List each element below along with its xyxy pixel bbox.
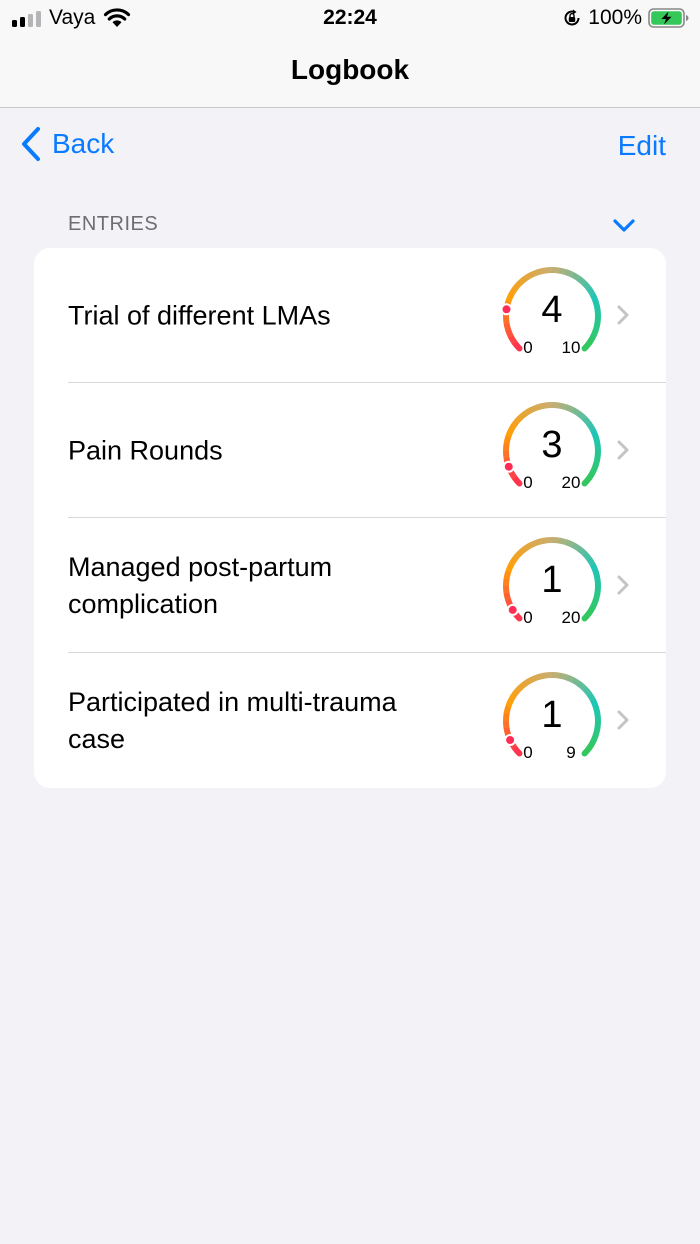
gauge-marker <box>506 603 519 616</box>
gauge-arc-segment <box>517 545 528 556</box>
gauge-arc-segment <box>523 677 534 687</box>
gauge-arc-segment <box>529 539 540 548</box>
gauge-arc-segment <box>529 404 540 413</box>
progress-gauge: 3 0 20 <box>498 397 606 505</box>
chevron-down-icon[interactable] <box>610 214 638 236</box>
gauge-max-label: 9 <box>566 743 576 762</box>
gauge-arc-segment <box>536 537 546 546</box>
gauge-arc-segment <box>558 267 568 276</box>
entries-list: Trial of different LMAs 4 0 10 Pain Rounds 3 0… <box>34 248 666 788</box>
gauge-value: 1 <box>541 559 563 601</box>
gauge-min-label: 0 <box>523 338 533 357</box>
gauge-arc-segment <box>544 267 553 274</box>
gauge-arc-segment <box>529 269 540 278</box>
gauge-arc-segment <box>517 275 528 286</box>
entry-title: Trial of different LMAs <box>68 300 331 330</box>
navigation-bar: Logbook <box>0 36 700 108</box>
gauge-value: 4 <box>541 289 563 331</box>
gauge-arc-segment <box>565 404 575 413</box>
gauge-arc-segment <box>577 546 588 557</box>
gauge-arc-segment <box>577 681 588 692</box>
gauge-arc-segment <box>565 674 575 683</box>
progress-gauge: 4 0 10 <box>498 262 606 370</box>
back-button-label: Back <box>52 128 115 159</box>
gauge-arc-segment <box>544 672 553 679</box>
gauge-arc-segment <box>551 401 561 409</box>
gauge-arc-segment <box>517 680 528 691</box>
gauge-arc-segment <box>551 266 561 274</box>
gauge-arc-segment <box>558 537 568 546</box>
battery-percentage: 100% <box>588 6 642 29</box>
gauge-arc-segment <box>536 402 546 411</box>
gauge-arc-segment <box>558 402 568 411</box>
gauge-max-label: 20 <box>561 473 581 492</box>
gauge-value: 3 <box>541 424 563 466</box>
chevron-left-icon <box>22 127 40 161</box>
gauge-arc-segment <box>565 269 575 278</box>
list-item[interactable]: Managed post-partum complication 1 0 20 <box>34 518 666 653</box>
battery-charging-icon <box>648 8 689 28</box>
gauge-arc-segment <box>558 672 568 681</box>
gauge-arc-segment <box>536 267 546 276</box>
gauge-arc-segment <box>571 407 582 417</box>
gauge-arc-segment <box>571 272 582 282</box>
gauge-arc-segment <box>523 272 534 282</box>
gauge-arc-segment <box>551 536 561 544</box>
gauge-arc-segment <box>544 537 553 544</box>
gauge-arc-segment <box>544 402 553 409</box>
status-right: 100% <box>562 6 690 30</box>
list-item[interactable]: Pain Rounds 3 0 20 <box>34 383 666 518</box>
chevron-right-icon <box>617 575 629 595</box>
progress-gauge: 1 0 20 <box>498 532 606 640</box>
chevron-right-icon <box>617 710 629 730</box>
gauge-arc-segment <box>577 411 588 422</box>
entry-title: Pain Rounds <box>68 435 223 465</box>
app-screen: Vaya 22:24 100% Logbook Back Edit ENTRIE… <box>0 0 700 1244</box>
back-button[interactable]: Back <box>20 126 114 162</box>
gauge-arc-segment <box>565 539 575 548</box>
entry-title: Participated in multi-trauma case <box>68 686 397 754</box>
list-item[interactable]: Participated in multi-trauma case 1 0 9 <box>34 653 666 788</box>
gauge-min-label: 0 <box>523 743 533 762</box>
gauge-arc-segment <box>571 677 582 687</box>
gauge-max-label: 10 <box>561 338 581 357</box>
orientation-lock-icon <box>564 9 580 26</box>
progress-gauge: 10 9 <box>498 667 606 775</box>
chevron-right-icon <box>617 305 629 325</box>
gauge-arc-segment <box>517 410 528 421</box>
gauge-arc-segment <box>577 276 588 287</box>
section-header-entries: ENTRIES <box>68 213 159 235</box>
list-item[interactable]: Trial of different LMAs 4 0 10 <box>34 248 666 383</box>
page-title: Logbook <box>290 54 410 85</box>
status-bar: Vaya 22:24 100% <box>0 0 700 36</box>
edit-button[interactable]: Edit <box>618 130 666 162</box>
gauge-value: 1 <box>541 694 563 736</box>
chevron-right-icon <box>617 440 629 460</box>
gauge-min-label: 0 <box>523 608 533 627</box>
gauge-arc-segment <box>508 469 518 480</box>
gauge-min-label: 0 <box>523 473 533 492</box>
gauge-arc-segment <box>571 542 582 552</box>
gauge-arc-segment <box>529 674 540 683</box>
gauge-arc-segment <box>508 334 518 345</box>
gauge-arc-segment <box>551 671 561 679</box>
gauge-arc-segment <box>523 407 534 417</box>
entry-title: Managed post-partum complication <box>68 551 333 619</box>
gauge-arc-segment <box>536 672 546 681</box>
gauge-arc-segment <box>523 542 534 552</box>
gauge-max-label: 20 <box>561 608 581 627</box>
